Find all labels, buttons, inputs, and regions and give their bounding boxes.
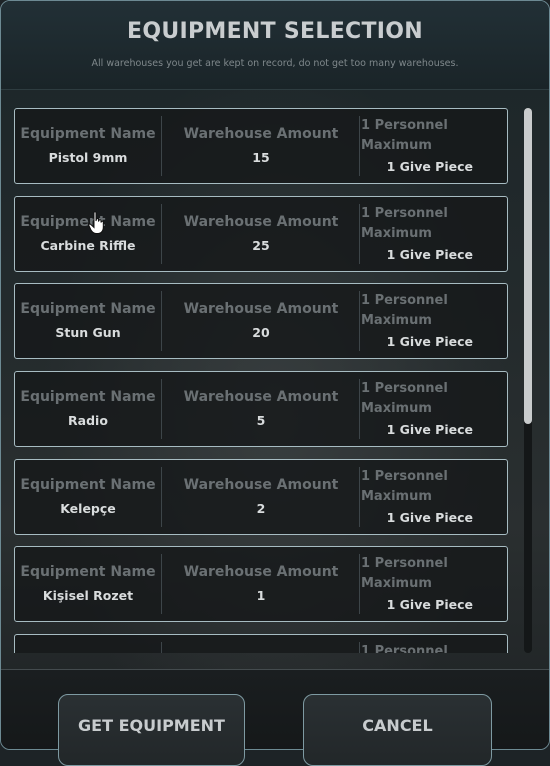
maximum-label: Maximum [361, 313, 432, 329]
personnel-label: 1 Personnel [361, 205, 448, 221]
equipment-name-label: Equipment Name [20, 126, 156, 142]
column-divider [161, 379, 162, 440]
equipment-name-label: Equipment Name [20, 476, 156, 493]
name-column: Equipment Name Kelepçe [15, 460, 161, 534]
cancel-button[interactable]: CANCEL [303, 694, 492, 766]
give-piece-value: 1 Give Piece [386, 597, 473, 613]
scrollbar-thumb[interactable] [524, 108, 532, 424]
column-divider [161, 116, 162, 176]
limit-column: 1 Personnel Maximum 1 Give Piece [361, 372, 507, 446]
column-divider [359, 642, 360, 653]
amount-column: Warehouse Amount 15 [163, 109, 359, 183]
equipment-list: Equipment Name Pistol 9mm Warehouse Amou… [14, 108, 508, 653]
column-divider [161, 554, 162, 615]
equipment-name-label: Equipment Name [20, 301, 156, 318]
equipment-item-radio[interactable]: Equipment Name Radio Warehouse Amount 5 … [14, 371, 508, 448]
column-divider [359, 466, 360, 527]
give-piece-value: 1 Give Piece [386, 246, 473, 262]
equipment-list-area[interactable]: Equipment Name Pistol 9mm Warehouse Amou… [9, 98, 541, 653]
warehouse-amount-label: Warehouse Amount [183, 389, 339, 406]
give-piece-value: 1 Give Piece [386, 422, 473, 438]
warehouse-amount-value: 15 [252, 150, 270, 165]
equipment-name-value: Radio [68, 413, 108, 429]
column-divider [161, 642, 162, 653]
warehouse-amount-value: 2 [256, 500, 266, 516]
hand-pointer-icon [88, 211, 104, 234]
name-column: Equipment Name Radio [15, 372, 161, 446]
equipment-item-pistol[interactable]: Equipment Name Pistol 9mm Warehouse Amou… [14, 108, 508, 184]
equipment-item-kisisel-rozet[interactable]: Equipment Name Kişisel Rozet Warehouse A… [14, 546, 508, 623]
equipment-name-value: Stun Gun [55, 325, 121, 341]
amount-column: Warehouse Amount 20 [163, 284, 359, 358]
personnel-label: 1 Personnel [361, 468, 448, 484]
column-divider [359, 116, 360, 176]
limit-column: 1 Personnel Maximum 1 Give Piece [361, 635, 507, 653]
warehouse-amount-label: Warehouse Amount [183, 213, 339, 230]
column-divider [359, 379, 360, 440]
equipment-item-stun-gun[interactable]: Equipment Name Stun Gun Warehouse Amount… [14, 283, 508, 360]
equipment-name-value: Pistol 9mm [48, 150, 128, 165]
column-divider [359, 554, 360, 615]
name-column: Equipment Name [15, 635, 161, 653]
column-divider [161, 291, 162, 352]
page-subtitle: All warehouses you get are kept on recor… [91, 58, 459, 69]
maximum-label: Maximum [361, 576, 432, 592]
warehouse-amount-label: Warehouse Amount [183, 564, 339, 581]
name-column: Equipment Name Stun Gun [15, 284, 161, 358]
warehouse-amount-value: 20 [252, 325, 270, 341]
limit-column: 1 Personnel Maximum 1 Give Piece [361, 547, 507, 621]
limit-column: 1 Personnel Maximum 1 Give Piece [361, 284, 507, 358]
warehouse-amount-value: 1 [256, 588, 266, 604]
warehouse-amount-label: Warehouse Amount [183, 476, 339, 493]
name-column: Equipment Name Kişisel Rozet [15, 547, 161, 621]
personnel-label: 1 Personnel [361, 293, 448, 309]
warehouse-amount-value: 5 [256, 413, 266, 429]
equipment-name-value: Kişisel Rozet [42, 588, 134, 604]
equipment-name-label: Equipment Name [20, 564, 156, 581]
maximum-label: Maximum [361, 401, 432, 417]
amount-column: Warehouse Amount [163, 635, 359, 653]
limit-column: 1 Personnel Maximum 1 Give Piece [361, 460, 507, 534]
warehouse-amount-label: Warehouse Amount [163, 652, 359, 653]
amount-column: Warehouse Amount 1 [163, 547, 359, 621]
give-piece-value: 1 Give Piece [386, 334, 473, 350]
dialog-header: EQUIPMENT SELECTION All warehouses you g… [1, 1, 549, 90]
warehouse-amount-label: Warehouse Amount [183, 301, 339, 318]
personnel-label: 1 Personnel [361, 381, 448, 397]
maximum-label: Maximum [361, 225, 432, 241]
maximum-label: Maximum [361, 488, 432, 504]
page-title: EQUIPMENT SELECTION [127, 19, 423, 44]
column-divider [161, 466, 162, 527]
equipment-dialog: EQUIPMENT SELECTION All warehouses you g… [0, 0, 550, 750]
limit-column: 1 Personnel Maximum 1 Give Piece [361, 197, 507, 271]
equipment-name-value: Kelepçe [60, 500, 116, 516]
equipment-item-partial[interactable]: Equipment Name Warehouse Amount 1 Person… [14, 634, 508, 653]
personnel-label: 1 Personnel [361, 644, 448, 653]
equipment-item-kelepce[interactable]: Equipment Name Kelepçe Warehouse Amount … [14, 458, 508, 535]
scrollbar[interactable] [524, 108, 532, 653]
column-divider [161, 203, 162, 264]
amount-column: Warehouse Amount 2 [163, 460, 359, 534]
equipment-name-value: Carbine Riffle [40, 237, 136, 253]
warehouse-amount-label: Warehouse Amount [183, 126, 339, 142]
column-divider [359, 203, 360, 264]
name-column: Equipment Name Pistol 9mm [15, 109, 161, 183]
amount-column: Warehouse Amount 25 [163, 197, 359, 271]
maximum-label: Maximum [361, 138, 432, 153]
equipment-name-label: Equipment Name [20, 389, 156, 406]
equipment-name-label: Equipment Name [15, 652, 161, 653]
column-divider [359, 291, 360, 352]
get-equipment-button[interactable]: GET EQUIPMENT [58, 694, 245, 766]
personnel-label: 1 Personnel [361, 118, 448, 133]
personnel-label: 1 Personnel [361, 556, 448, 572]
limit-column: 1 Personnel Maximum 1 Give Piece [361, 109, 507, 183]
warehouse-amount-value: 25 [252, 237, 270, 253]
give-piece-value: 1 Give Piece [386, 159, 473, 174]
give-piece-value: 1 Give Piece [386, 509, 473, 525]
amount-column: Warehouse Amount 5 [163, 372, 359, 446]
